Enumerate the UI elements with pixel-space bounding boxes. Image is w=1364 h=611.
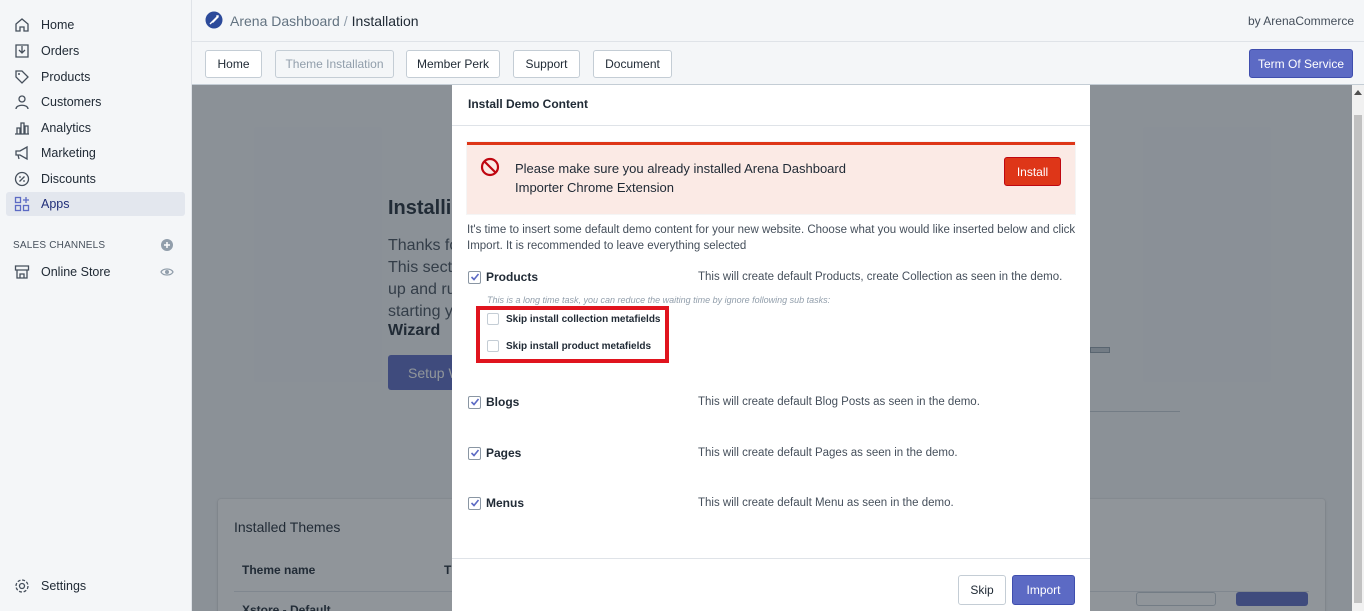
sales-channels-header: SALES CHANNELS <box>13 240 106 251</box>
modal-header: Install Demo Content <box>452 85 1090 126</box>
sidebar-item-settings[interactable]: Settings <box>6 574 185 598</box>
scroll-up-arrow-icon[interactable] <box>1354 90 1362 95</box>
tab-home[interactable]: Home <box>205 50 262 78</box>
install-demo-modal: Install Demo Content Please make sure yo… <box>452 85 1090 611</box>
apps-icon <box>13 195 31 213</box>
sidebar-item-orders[interactable]: Orders <box>6 39 185 63</box>
warning-banner: Please make sure you already installed A… <box>467 142 1075 214</box>
modal-title: Install Demo Content <box>468 97 589 111</box>
blogs-checkbox[interactable] <box>468 395 481 409</box>
tab-theme-installation[interactable]: Theme Installation <box>275 50 394 78</box>
sidebar-item-analytics[interactable]: Analytics <box>6 116 185 140</box>
store-icon <box>13 263 31 281</box>
scroll-thumb[interactable] <box>1354 115 1362 603</box>
term-of-service-button[interactable]: Term Of Service <box>1249 49 1353 78</box>
sidebar: Home Orders Products Customers Analytics… <box>0 0 192 611</box>
option-products[interactable]: Products <box>468 269 538 285</box>
discount-icon <box>13 170 31 188</box>
modal-intro: It's time to insert some default demo co… <box>467 224 1076 252</box>
option-label: Pages <box>486 446 522 460</box>
option-label: Menus <box>486 496 525 510</box>
skip-collection-metafields-checkbox[interactable] <box>487 313 499 325</box>
option-description: This will create default Blog Posts as s… <box>698 396 980 408</box>
scrollbar[interactable] <box>1352 85 1364 611</box>
sidebar-item-products[interactable]: Products <box>6 65 185 89</box>
pages-checkbox[interactable] <box>468 446 481 460</box>
orders-icon <box>13 42 31 60</box>
eye-icon[interactable] <box>160 266 174 278</box>
sidebar-item-home[interactable]: Home <box>6 13 185 37</box>
sidebar-item-marketing[interactable]: Marketing <box>6 141 185 165</box>
sidebar-item-label: Online Store <box>41 265 111 279</box>
sidebar-item-online-store[interactable]: Online Store <box>6 260 185 284</box>
option-pages[interactable]: Pages <box>468 445 521 461</box>
sidebar-item-label: Discounts <box>41 172 96 186</box>
option-description: This will create default Products, creat… <box>698 271 1063 283</box>
banner-message: Please make sure you already installed A… <box>515 161 846 195</box>
sub-option-label: Skip install product metafields <box>506 341 652 352</box>
sidebar-item-discounts[interactable]: Discounts <box>6 167 185 191</box>
products-checkbox[interactable] <box>468 270 481 284</box>
menus-checkbox[interactable] <box>468 496 481 510</box>
option-blogs[interactable]: Blogs <box>468 394 519 410</box>
long-task-note: This is a long time task, you can reduce… <box>487 295 831 305</box>
breadcrumb: Arena Dashboard / Installation <box>230 13 419 29</box>
option-description: This will create default Menu as seen in… <box>698 497 954 509</box>
breadcrumb-current: Installation <box>351 13 419 29</box>
option-label: Products <box>486 270 539 284</box>
sidebar-item-label: Orders <box>41 44 80 58</box>
import-button[interactable]: Import <box>1012 575 1075 605</box>
option-menus[interactable]: Menus <box>468 495 524 511</box>
publisher-label: by ArenaCommerce <box>1247 14 1354 28</box>
tab-document[interactable]: Document <box>593 50 672 78</box>
tab-member-perk[interactable]: Member Perk <box>406 50 500 78</box>
gear-icon <box>13 577 31 595</box>
bar-chart-icon <box>13 119 31 137</box>
modal-footer: Skip Import <box>452 558 1090 611</box>
sidebar-item-label: Settings <box>41 579 87 593</box>
sidebar-item-customers[interactable]: Customers <box>6 90 185 114</box>
tab-support[interactable]: Support <box>513 50 580 78</box>
person-icon <box>13 93 31 111</box>
sidebar-item-label: Products <box>41 70 91 84</box>
add-channel-icon[interactable] <box>161 239 173 251</box>
install-extension-button[interactable]: Install <box>1004 157 1061 186</box>
sidebar-item-label: Home <box>41 18 75 32</box>
option-description: This will create default Pages as seen i… <box>698 447 958 459</box>
home-icon <box>13 16 31 34</box>
skip-button[interactable]: Skip <box>958 575 1006 605</box>
rocket-logo-icon <box>205 11 223 29</box>
app-header: Arena Dashboard / Installation by ArenaCom… <box>192 0 1364 42</box>
sidebar-item-apps[interactable]: Apps <box>6 192 185 216</box>
sidebar-item-label: Marketing <box>41 146 96 160</box>
sidebar-item-label: Analytics <box>41 121 92 135</box>
option-label: Blogs <box>486 395 520 409</box>
sidebar-item-label: Customers <box>41 95 102 109</box>
sub-option-label: Skip install collection metafields <box>506 314 661 325</box>
prohibited-icon <box>480 157 500 177</box>
tag-icon <box>13 68 31 86</box>
breadcrumb-separator: / <box>343 13 348 29</box>
breadcrumb-app[interactable]: Arena Dashboard <box>230 13 340 29</box>
skip-product-metafields-checkbox[interactable] <box>487 340 499 352</box>
tab-bar: Home Theme Installation Member Perk Supp… <box>192 42 1364 85</box>
megaphone-icon <box>13 144 31 162</box>
sidebar-item-label: Apps <box>41 197 70 211</box>
